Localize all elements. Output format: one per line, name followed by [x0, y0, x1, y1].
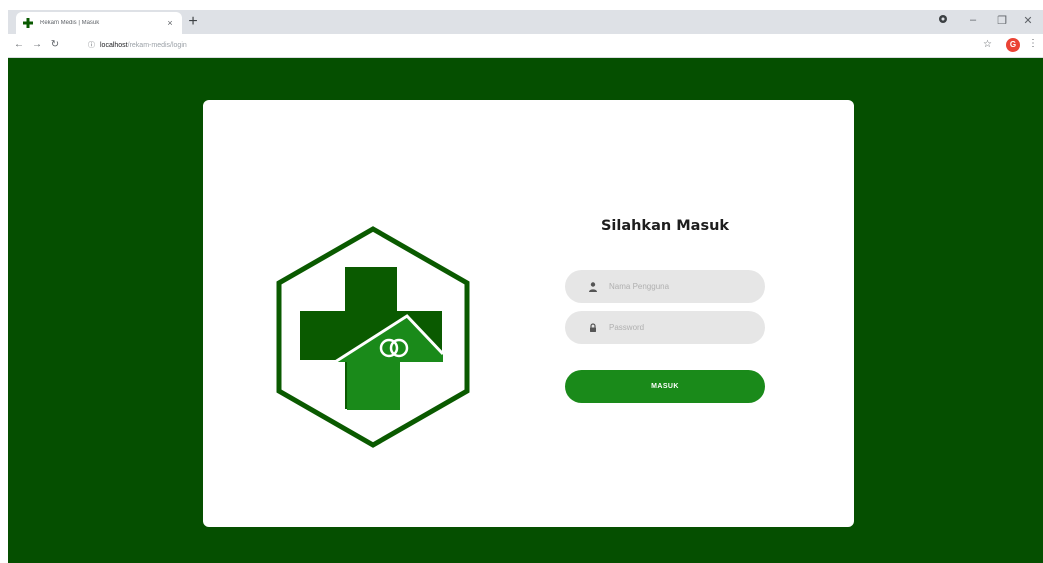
minimize-button[interactable]: –: [963, 14, 983, 30]
tab-close-icon[interactable]: ×: [164, 18, 176, 28]
info-icon: ⓘ: [88, 42, 95, 49]
extension-icon[interactable]: [933, 14, 953, 30]
address-bar[interactable]: ⓘ localhost /rekam-medis/login: [88, 40, 187, 50]
password-field[interactable]: [565, 311, 765, 344]
browser-toolbar: ← → ↻ ⓘ localhost /rekam-medis/login ☆ G…: [8, 34, 1043, 58]
menu-dots-icon[interactable]: ⋮: [1028, 38, 1038, 49]
form-title: Silahkan Masuk: [600, 218, 730, 234]
tab-title: Rekam Medis | Masuk: [40, 20, 100, 26]
username-input[interactable]: [609, 270, 754, 303]
login-page: Silahkan Masuk MASUK: [8, 58, 1043, 563]
tab-strip: Rekam Medis | Masuk × + – ❐ ✕: [8, 10, 1043, 34]
close-window-button[interactable]: ✕: [1018, 14, 1038, 30]
url-path: /rekam-medis/login: [127, 41, 187, 49]
password-input[interactable]: [609, 311, 754, 344]
reload-icon[interactable]: ↻: [48, 38, 62, 52]
forward-arrow-icon[interactable]: →: [30, 38, 44, 52]
username-field[interactable]: [565, 270, 765, 303]
profile-avatar[interactable]: G: [1006, 38, 1020, 52]
back-arrow-icon[interactable]: ←: [12, 38, 26, 52]
user-icon: [587, 280, 599, 292]
health-cross-logo: [276, 226, 470, 448]
cross-favicon-icon: [22, 17, 34, 29]
browser-tab[interactable]: Rekam Medis | Masuk ×: [16, 12, 182, 34]
login-button[interactable]: MASUK: [565, 370, 765, 403]
lock-icon: [587, 321, 599, 333]
browser-window: Rekam Medis | Masuk × + – ❐ ✕ ← → ↻ ⓘ lo…: [0, 0, 1043, 563]
star-icon[interactable]: ☆: [983, 39, 992, 50]
restore-button[interactable]: ❐: [992, 14, 1012, 30]
new-tab-button[interactable]: +: [184, 14, 202, 32]
login-card: Silahkan Masuk MASUK: [203, 100, 854, 527]
login-form: Silahkan Masuk MASUK: [565, 218, 765, 403]
url-host: localhost: [100, 41, 128, 49]
